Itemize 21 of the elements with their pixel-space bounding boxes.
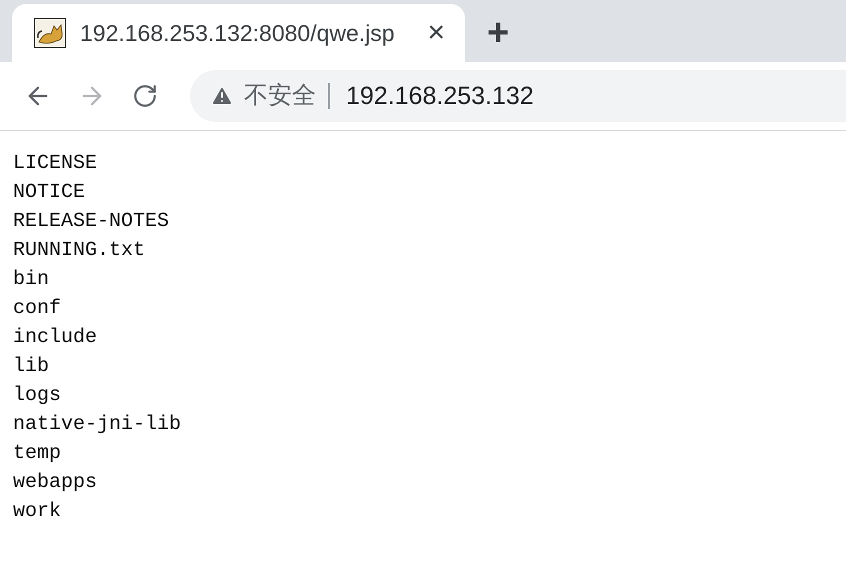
file-name: webapps xyxy=(13,470,98,496)
file-name: bin xyxy=(13,267,50,293)
file-name: NOTICE xyxy=(13,180,86,206)
file-name: RELEASE-NOTES xyxy=(13,209,170,235)
file-name: work xyxy=(13,499,62,525)
browser-tab[interactable]: 192.168.253.132:8080/qwe.jsp × xyxy=(12,4,465,62)
url-text: 192.168.253.132 xyxy=(345,82,534,110)
file-name: lib xyxy=(13,354,50,380)
file-name: RUNNING.txt xyxy=(13,238,146,264)
new-tab-button[interactable]: + xyxy=(473,14,510,62)
file-name: temp xyxy=(13,441,62,467)
file-name: logs xyxy=(13,383,62,409)
file-name: include xyxy=(13,325,98,351)
file-name: native-jni-lib xyxy=(13,412,182,438)
close-tab-button[interactable]: × xyxy=(427,18,445,48)
file-name: LICENSE xyxy=(13,151,98,177)
security-label: 不安全 xyxy=(244,83,330,109)
address-bar[interactable]: 不安全 192.168.253.132 xyxy=(190,70,846,122)
reload-icon xyxy=(132,83,158,109)
file-name: conf xyxy=(13,296,62,322)
tab-title: 192.168.253.132:8080/qwe.jsp xyxy=(80,20,396,46)
